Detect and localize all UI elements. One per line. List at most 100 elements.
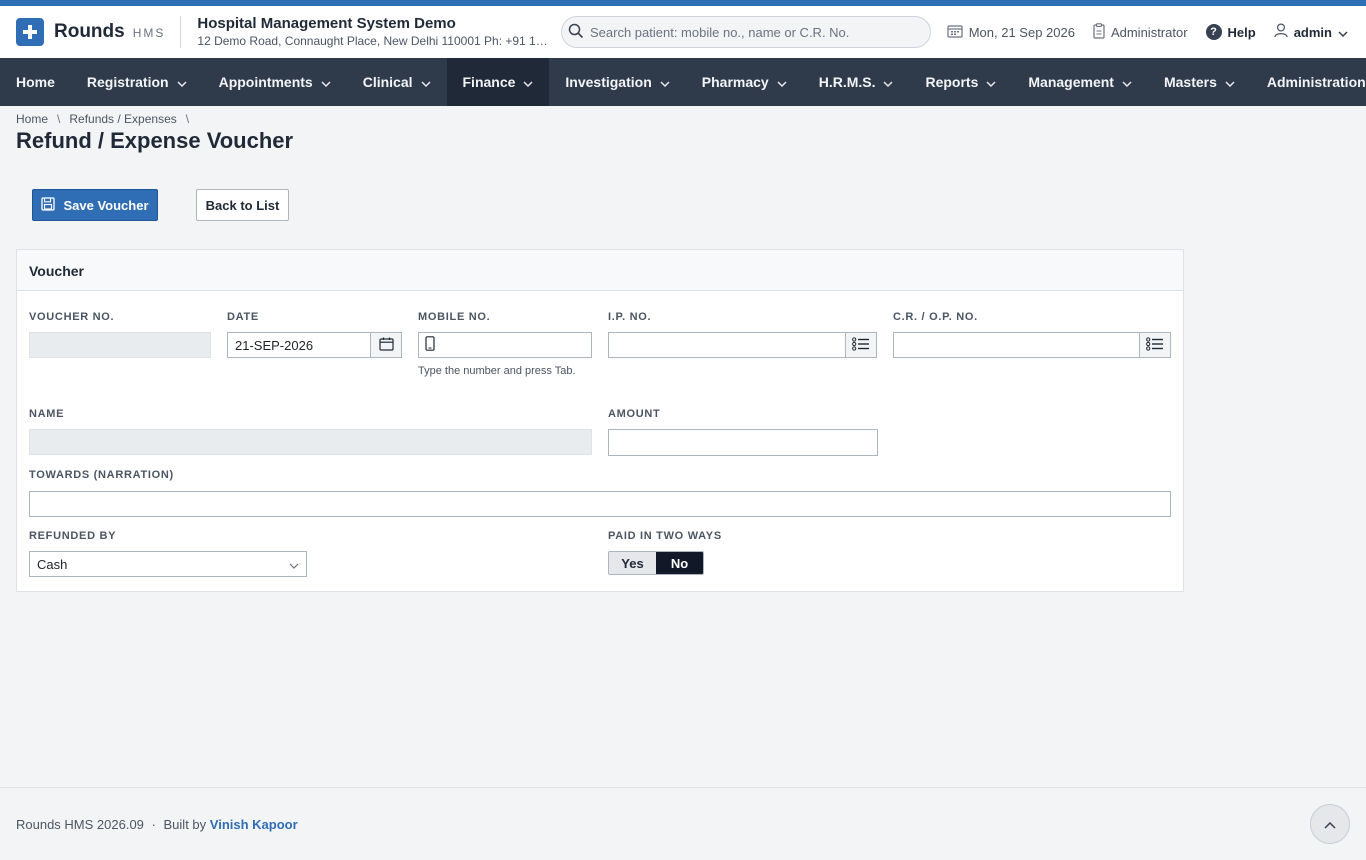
user-name: admin [1293,24,1332,40]
refunded-by-value: Cash [37,556,68,572]
nav-item-label: Pharmacy [701,74,769,90]
breadcrumb-home[interactable]: Home [16,112,48,126]
search-input[interactable] [590,24,920,40]
hospital-address: 12 Demo Road, Connaught Place, New Delhi… [197,33,555,48]
nav-item-label: Home [16,74,55,90]
save-voucher-button[interactable]: Save Voucher [32,189,158,221]
footer-text: Rounds HMS 2026.09 · Built by Vinish Kap… [16,817,298,832]
nav-item-label: Registration [86,74,169,90]
header-right: Mon, 21 Sep 2026 Administrator ? Help ad… [947,6,1348,58]
towards-label: TOWARDS (NARRATION) [29,469,174,481]
nav-item-finance[interactable]: Finance [446,58,550,106]
mobile-phone-icon [425,336,435,354]
breadcrumb: Home \ Refunds / Expenses \ [16,112,189,126]
nav-item-label: Management [1028,74,1114,90]
nav-item-registration[interactable]: Registration [71,58,203,106]
back-to-list-button[interactable]: Back to List [196,189,289,221]
help-link[interactable]: ? Help [1205,24,1256,40]
hospital-info: Hospital Management System Demo 12 Demo … [197,15,557,49]
date-label: DATE [227,311,259,323]
brand-subtitle: HMS [132,26,166,40]
nav-item-home[interactable]: Home [0,58,71,106]
towards-narration-field[interactable] [29,491,1171,517]
nav-item-pharmacy[interactable]: Pharmacy [686,58,803,106]
footer-author-link[interactable]: Vinish Kapoor [210,817,298,832]
paid-two-ways-yes[interactable]: Yes [609,552,656,574]
nav-item-label: Investigation [565,74,652,90]
search-icon [568,23,584,42]
card-title: Voucher [17,250,1183,291]
nav-item-investigation[interactable]: Investigation [549,58,685,106]
help-label: Help [1227,24,1256,40]
scroll-to-top-button[interactable] [1310,804,1350,844]
date-picker-button[interactable] [370,332,402,358]
patient-search [561,16,931,48]
help-icon: ? [1205,24,1222,40]
user-menu[interactable]: admin [1274,23,1348,41]
nav-item-reports[interactable]: Reports [909,58,1012,106]
user-icon [1274,23,1288,41]
page-title: Refund / Expense Voucher [16,128,294,153]
clipboard-icon [1093,22,1105,42]
calendar-icon [947,24,963,41]
chevron-down-icon [1225,74,1235,90]
footer-separator: · [151,817,156,832]
header-divider [180,16,182,48]
chevron-down-icon [777,74,787,90]
nav-item-clinical[interactable]: Clinical [347,58,447,106]
chevron-up-icon [1324,817,1336,832]
cr-op-no-label: C.R. / O.P. NO. [893,311,978,323]
refunded-by-select[interactable]: Cash [29,551,307,577]
header-role[interactable]: Administrator [1093,22,1188,42]
amount-field[interactable] [608,429,878,456]
nav-item-label: H.R.M.S. [818,74,876,90]
chevron-down-icon [177,74,187,90]
list-icon [1146,336,1164,354]
logo-icon[interactable] [16,18,44,46]
chevron-down-icon [289,557,299,572]
breadcrumb-separator: \ [57,112,61,126]
header-role-text: Administrator [1110,24,1188,40]
save-voucher-label: Save Voucher [63,197,149,213]
header-date-text: Mon, 21 Sep 2026 [968,24,1075,40]
nav-item-management[interactable]: Management [1012,58,1148,106]
nav-item-label: Masters [1163,74,1217,90]
main-nav: Home Registration Appointments Clinical Fina… [0,58,1366,106]
app-header: Rounds HMS Hospital Management System De… [0,6,1366,58]
page-footer: Rounds HMS 2026.09 · Built by Vinish Kap… [0,787,1366,860]
chevron-down-icon [660,74,670,90]
name-label: NAME [29,408,65,420]
nav-item-masters[interactable]: Masters [1148,58,1251,106]
nav-item-label: Appointments [218,74,313,90]
header-date: Mon, 21 Sep 2026 [947,24,1075,41]
mobile-no-label: MOBILE NO. [418,311,491,323]
mobile-no-help: Type the number and press Tab. [418,365,576,377]
cr-op-no-field[interactable] [893,332,1141,358]
footer-version: Rounds HMS 2026.09 [16,817,144,832]
ip-no-list-button[interactable] [845,332,877,358]
nav-item-administration[interactable]: Administration [1251,58,1366,106]
mobile-no-field[interactable] [418,332,592,358]
voucher-no-label: VOUCHER NO. [29,311,115,323]
nav-item-label: Clinical [362,74,413,90]
chevron-down-icon [1338,25,1348,40]
cr-op-no-list-button[interactable] [1139,332,1171,358]
chevron-down-icon [1122,74,1132,90]
breadcrumb-separator: \ [185,112,190,126]
refunded-by-label: REFUNDED BY [29,530,117,542]
chevron-down-icon [523,74,533,90]
chevron-down-icon [321,74,331,90]
name-field [29,429,592,455]
chevron-down-icon [986,74,996,90]
paid-two-ways-toggle: Yes No [608,551,704,575]
voucher-no-field [29,332,211,358]
nav-item-h-r-m-s[interactable]: H.R.M.S. [803,58,910,106]
voucher-card: Voucher VOUCHER NO. DATE 21-SEP-2026 MOB… [16,249,1184,592]
ip-no-field[interactable] [608,332,846,358]
paid-two-ways-no[interactable]: No [656,552,703,574]
nav-item-appointments[interactable]: Appointments [203,58,347,106]
breadcrumb-section[interactable]: Refunds / Expenses [69,112,176,126]
amount-label: AMOUNT [608,408,661,420]
date-field[interactable]: 21-SEP-2026 [227,332,371,358]
brand-name[interactable]: Rounds [54,21,125,43]
